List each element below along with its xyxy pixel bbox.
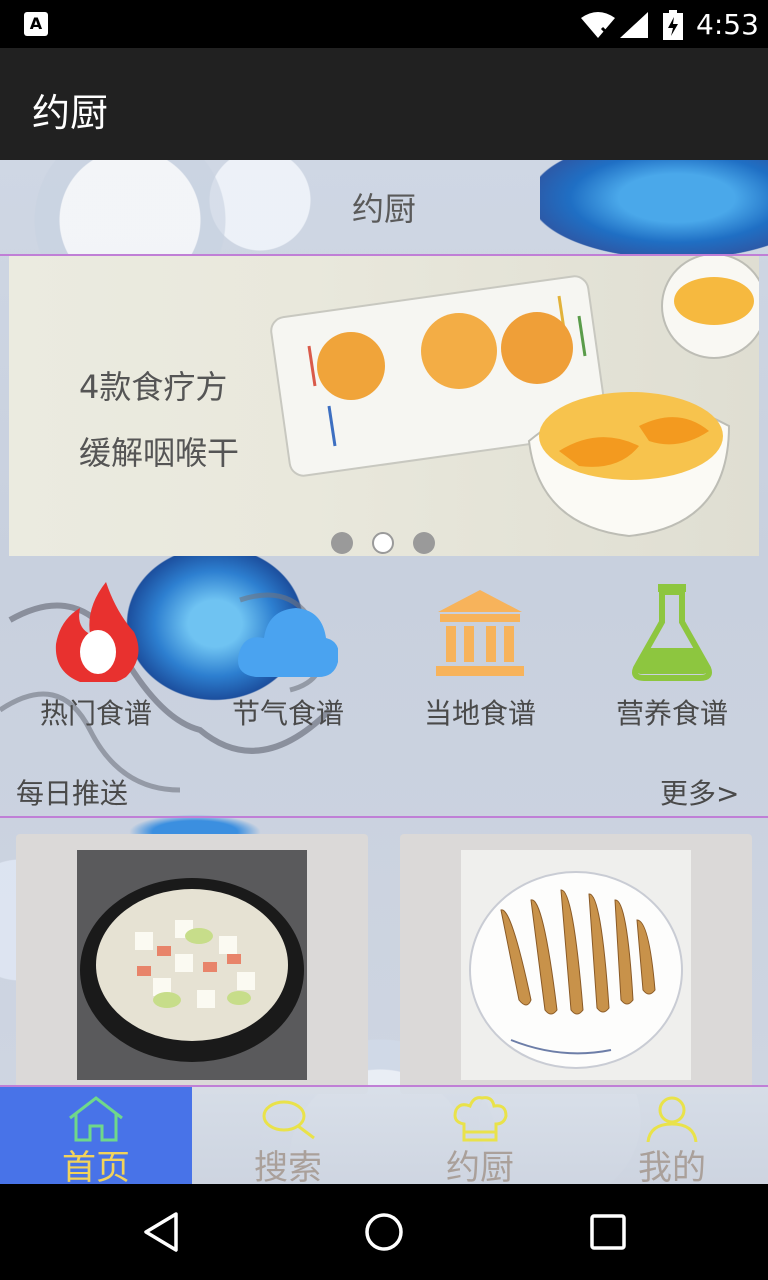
- nav-tab-home[interactable]: 首页: [0, 1086, 192, 1184]
- search-icon: [262, 1100, 315, 1140]
- nav-tab-search[interactable]: 搜索: [192, 1086, 384, 1184]
- nav-tab-profile[interactable]: 我的: [576, 1086, 768, 1184]
- wifi-icon: [581, 12, 615, 38]
- museum-icon: [436, 590, 524, 676]
- category-label: 节气食谱: [231, 697, 344, 730]
- clock: 4:53: [696, 8, 759, 41]
- nav-label: 约厨: [446, 1148, 514, 1184]
- bottom-navigation: 首页 搜索 约厨 我的: [0, 1086, 768, 1184]
- divider: [0, 816, 768, 818]
- category-label: 当地食谱: [423, 697, 536, 730]
- nav-label: 我的: [638, 1148, 706, 1184]
- flask-icon: [632, 584, 712, 681]
- divider: [0, 1085, 768, 1087]
- banner-subheadline: 缓解咽喉干: [79, 434, 240, 472]
- more-link[interactable]: 更多>: [660, 772, 739, 812]
- carousel-dot[interactable]: [413, 532, 435, 554]
- category-nutrition-recipes[interactable]: 营养食谱: [576, 574, 768, 744]
- banner-headline: 4款食疗方: [79, 368, 228, 406]
- system-navigation-bar: [0, 1184, 768, 1280]
- category-hot-recipes[interactable]: 热门食谱: [0, 574, 192, 744]
- recents-icon[interactable]: [586, 1210, 630, 1254]
- category-seasonal-recipes[interactable]: 节气食谱: [192, 574, 384, 744]
- app-bar-title: 约厨: [32, 91, 109, 135]
- back-icon[interactable]: [140, 1210, 184, 1254]
- category-label: 营养食谱: [615, 697, 728, 730]
- page-title: 约厨: [351, 190, 416, 228]
- main-content: 约厨 4款食疗方 缓解咽喉干 热门食谱 节气食谱 当地食谱 营养食谱 每日推送 …: [0, 160, 768, 1184]
- recipe-card[interactable]: [16, 834, 368, 1094]
- app-bar: 约厨: [0, 48, 768, 160]
- chef-hat-icon: [453, 1096, 508, 1142]
- home-circle-icon[interactable]: [362, 1210, 406, 1254]
- banner-food-image: [270, 256, 759, 538]
- daily-push-label: 每日推送: [16, 777, 129, 810]
- battery-charging-icon: [663, 10, 683, 40]
- nav-tab-chef[interactable]: 约厨: [384, 1086, 576, 1184]
- carousel-dot[interactable]: [331, 532, 353, 554]
- app-notification-icon: A: [24, 12, 48, 36]
- recipe-image: [77, 850, 307, 1080]
- banner-carousel[interactable]: 4款食疗方 缓解咽喉干: [9, 256, 759, 556]
- status-bar: A 4:53: [0, 0, 768, 48]
- recipe-image: [461, 850, 691, 1080]
- home-icon: [69, 1096, 123, 1142]
- recipe-card[interactable]: [400, 834, 752, 1094]
- category-label: 热门食谱: [39, 697, 152, 730]
- nav-label: 搜索: [254, 1148, 322, 1184]
- cloud-icon: [238, 608, 338, 678]
- carousel-dot-active[interactable]: [372, 532, 394, 554]
- nav-label: 首页: [62, 1148, 130, 1184]
- flame-icon: [55, 582, 139, 682]
- category-local-recipes[interactable]: 当地食谱: [384, 574, 576, 744]
- user-icon: [646, 1096, 698, 1142]
- cell-signal-icon: [620, 12, 648, 38]
